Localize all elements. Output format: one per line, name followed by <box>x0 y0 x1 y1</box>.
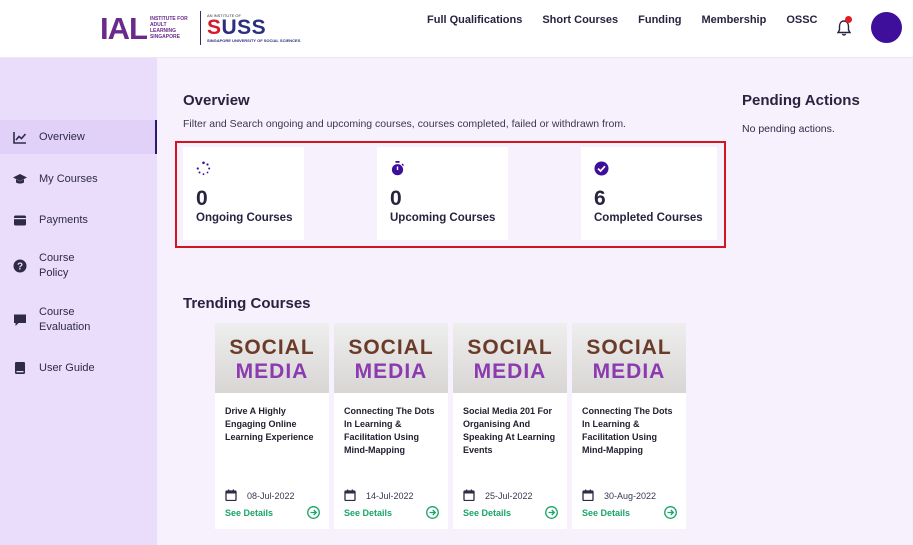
ial-logo-subtext: INSTITUTE FOR ADULT LEARNING SINGAPORE <box>149 16 188 40</box>
stopwatch-icon <box>391 161 404 176</box>
course-date: 30-Aug-2022 <box>604 491 657 501</box>
top-header: IAL INSTITUTE FOR ADULT LEARNING SINGAPO… <box>0 0 913 58</box>
course-title: Connecting The Dots In Learning & Facili… <box>344 406 435 455</box>
sidebar-item-label: Course Policy <box>39 252 75 279</box>
main-nav: Full Qualifications Short Courses Fundin… <box>427 14 838 26</box>
thumbnail-text-line1: SOCIAL <box>467 336 553 359</box>
arrow-circle-right-icon[interactable] <box>426 506 439 519</box>
course-date: 25-Jul-2022 <box>485 491 533 501</box>
sidebar-item-my-courses[interactable]: My Courses <box>0 162 157 196</box>
thumbnail-text-line1: SOCIAL <box>586 336 672 359</box>
sidebar-item-label: User Guide <box>39 361 95 374</box>
sidebar: Overview My Courses Payments ? Course Po… <box>0 58 157 545</box>
thumbnail-text-line2: MEDIA <box>473 360 547 383</box>
stat-value: 6 <box>594 187 606 210</box>
question-circle-icon: ? <box>13 259 27 273</box>
see-details-link[interactable]: See Details <box>225 508 273 518</box>
suss-logo-text-red: S <box>206 16 222 39</box>
logo-divider <box>199 11 201 45</box>
course-card[interactable]: SOCIAL MEDIA Drive A Highly Engaging Onl… <box>215 323 329 529</box>
nav-full-qualifications[interactable]: Full Qualifications <box>427 14 522 26</box>
course-card[interactable]: SOCIAL MEDIA Social Media 201 For Organi… <box>453 323 567 529</box>
see-details-link[interactable]: See Details <box>344 508 392 518</box>
arrow-circle-right-icon[interactable] <box>664 506 677 519</box>
stat-card-completed[interactable]: 6 Completed Courses <box>581 147 717 240</box>
suss-logo-text-blue: USS <box>221 16 267 39</box>
stat-label: Upcoming Courses <box>390 212 496 224</box>
page-title: Overview <box>183 92 250 109</box>
stat-value: 0 <box>196 187 208 210</box>
arrow-circle-right-icon[interactable] <box>545 506 558 519</box>
nav-funding[interactable]: Funding <box>638 14 681 26</box>
nav-short-courses[interactable]: Short Courses <box>542 14 618 26</box>
sidebar-item-payments[interactable]: Payments <box>0 203 157 237</box>
calendar-icon <box>463 489 475 501</box>
pending-actions-text: No pending actions. <box>742 123 835 135</box>
comment-icon <box>14 314 26 326</box>
trending-courses-title: Trending Courses <box>183 295 311 312</box>
thumbnail-text-line2: MEDIA <box>354 360 428 383</box>
svg-text:?: ? <box>17 262 23 273</box>
ial-suss-logo[interactable]: IAL INSTITUTE FOR ADULT LEARNING SINGAPO… <box>100 8 300 48</box>
calendar-icon <box>582 489 594 501</box>
see-details-link[interactable]: See Details <box>582 508 630 518</box>
course-title: Connecting The Dots In Learning & Facili… <box>582 406 673 455</box>
avatar[interactable] <box>871 12 902 43</box>
course-title: Social Media 201 For Organising And Spea… <box>463 406 556 455</box>
suss-logo: AN INSTITUTE OF SUSS SINGAPORE UNIVERSIT… <box>207 13 300 43</box>
thumbnail-text-line2: MEDIA <box>235 360 309 383</box>
course-thumbnail: SOCIAL MEDIA <box>334 323 448 393</box>
chart-line-icon <box>13 132 27 144</box>
course-card[interactable]: SOCIAL MEDIA Connecting The Dots In Lear… <box>572 323 686 529</box>
arrow-circle-right-icon[interactable] <box>307 506 320 519</box>
suss-logo-subtext: SINGAPORE UNIVERSITY OF SOCIAL SCIENCES <box>206 38 301 43</box>
stat-card-upcoming[interactable]: 0 Upcoming Courses <box>377 147 508 240</box>
page-subtitle: Filter and Search ongoing and upcoming c… <box>183 118 626 130</box>
stat-card-ongoing[interactable]: 0 Ongoing Courses <box>183 147 304 240</box>
graduation-cap-icon <box>13 174 27 184</box>
thumbnail-text-line1: SOCIAL <box>348 336 434 359</box>
check-circle-icon <box>594 161 609 176</box>
pending-actions-title: Pending Actions <box>742 92 860 109</box>
wallet-icon <box>14 215 26 226</box>
sidebar-item-label: Overview <box>39 130 85 143</box>
course-title: Drive A Highly Engaging Online Learning … <box>225 406 314 442</box>
calendar-icon <box>225 489 237 501</box>
stat-value: 0 <box>390 187 402 210</box>
sidebar-item-label: My Courses <box>39 172 98 185</box>
sidebar-item-label: Payments <box>39 213 88 226</box>
book-icon <box>15 362 25 374</box>
ial-logo-text: IAL <box>100 10 148 46</box>
sidebar-item-course-evaluation[interactable]: Course Evaluation <box>0 300 157 340</box>
spinner-icon <box>196 161 211 176</box>
course-date: 14-Jul-2022 <box>366 491 414 501</box>
suss-logo-text: SUSS <box>206 16 300 39</box>
course-date: 08-Jul-2022 <box>247 491 295 501</box>
stat-label: Ongoing Courses <box>196 212 293 224</box>
notification-badge <box>845 16 852 23</box>
sidebar-item-user-guide[interactable]: User Guide <box>0 358 157 378</box>
nav-ossc[interactable]: OSSC <box>786 14 817 26</box>
thumbnail-text-line1: SOCIAL <box>229 336 315 359</box>
course-card[interactable]: SOCIAL MEDIA Connecting The Dots In Lear… <box>334 323 448 529</box>
stat-label: Completed Courses <box>594 212 703 224</box>
sidebar-item-overview[interactable]: Overview <box>0 120 157 154</box>
nav-membership[interactable]: Membership <box>702 14 767 26</box>
sidebar-item-course-policy[interactable]: ? Course Policy <box>0 246 157 286</box>
see-details-link[interactable]: See Details <box>463 508 511 518</box>
course-thumbnail: SOCIAL MEDIA <box>572 323 686 393</box>
course-thumbnail: SOCIAL MEDIA <box>453 323 567 393</box>
calendar-icon <box>344 489 356 501</box>
thumbnail-text-line2: MEDIA <box>592 360 666 383</box>
sidebar-item-label: Course Evaluation <box>39 306 91 333</box>
course-thumbnail: SOCIAL MEDIA <box>215 323 329 393</box>
